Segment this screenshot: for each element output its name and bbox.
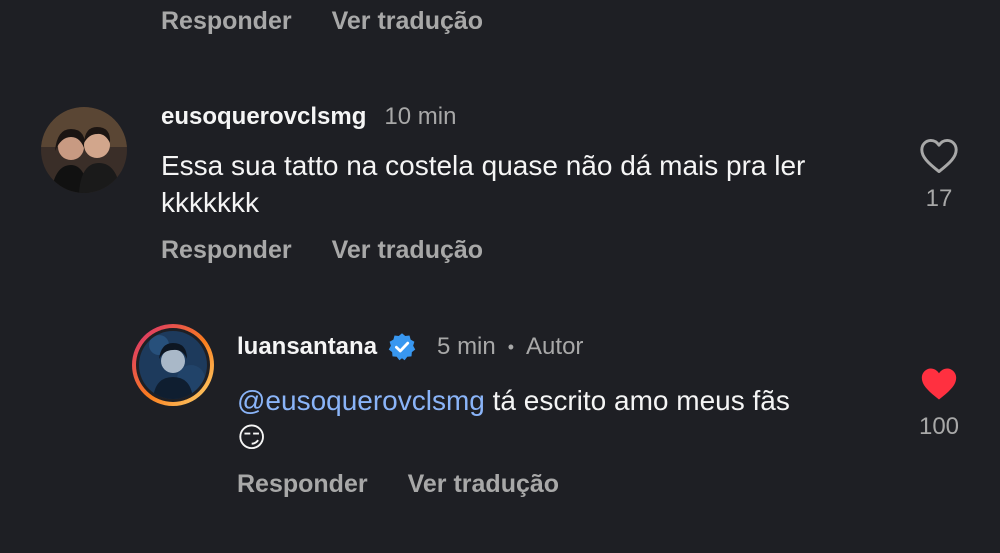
reply-button[interactable]: Responder [161,7,292,36]
reply-meta: luansantana 5 min • Autor [237,332,583,362]
comment-username[interactable]: eusoquerovclsmg [161,103,366,131]
comment-text: Essa sua tatto na costela quase não dá m… [161,150,806,218]
reply-time: 5 min [437,333,496,360]
like-count: 17 [925,185,953,212]
reply-text: @eusoquerovclsmg tá escrito amo meus fãs… [237,382,877,456]
reply-body: tá escrito amo meus fãs [484,385,790,416]
author-label: Autor [526,333,584,360]
avatar-photo [41,107,127,193]
translate-button[interactable]: Ver tradução [332,7,483,36]
comment-like: 17 [909,138,969,213]
comment-actions: Responder Ver tradução [161,236,483,265]
reply-like: 100 [909,366,969,441]
avatar[interactable] [41,107,127,193]
story-ring-avatar[interactable] [132,324,214,406]
prev-comment-actions: Responder Ver tradução [161,7,483,36]
comment-time: 10 min [384,103,457,130]
heart-outline-icon[interactable] [919,138,959,179]
translate-button[interactable]: Ver tradução [408,470,559,499]
avatar-photo [139,331,207,399]
reply-button[interactable]: Responder [237,470,368,499]
reply-button[interactable]: Responder [161,236,292,265]
comment-meta: eusoquerovclsmg 10 min [161,103,456,131]
smirk-emoji: 😏 [237,422,267,453]
heart-filled-icon[interactable] [919,366,959,407]
mention-link[interactable]: @eusoquerovclsmg [237,385,485,416]
reply-actions: Responder Ver tradução [237,470,559,499]
like-count: 100 [918,413,960,440]
verified-badge-icon [387,332,417,362]
reply-username[interactable]: luansantana [237,333,377,361]
meta-separator: • [507,336,515,357]
comments-screen: Responder Ver tradução eusoquerovclsmg 1… [0,0,1000,553]
translate-button[interactable]: Ver tradução [332,236,483,265]
